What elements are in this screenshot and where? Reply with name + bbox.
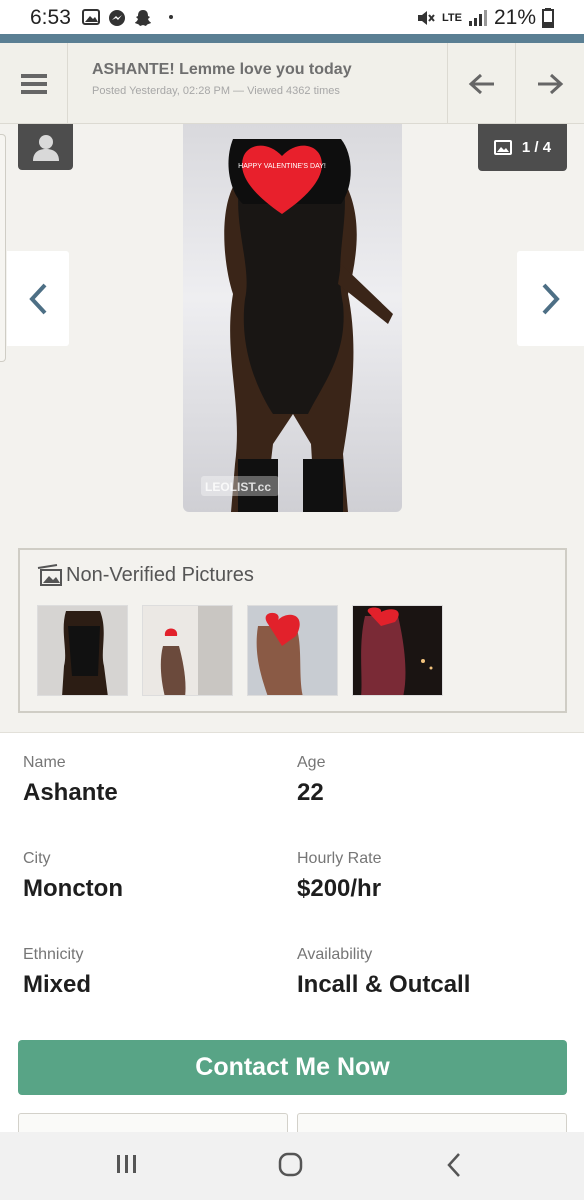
non-verified-title: Non-Verified Pictures (66, 564, 254, 586)
sticker-text: HAPPY VALENTINE'S DAY! (238, 163, 326, 170)
hamburger-icon (20, 73, 47, 94)
profile-avatar-button[interactable] (18, 124, 73, 170)
thumbnail-2[interactable] (142, 605, 233, 696)
rate-label: Hourly Rate (297, 850, 382, 867)
signal-icon (468, 10, 487, 26)
main-photo[interactable]: LEOLIST.cc HAPPY VALENTINE'S DAY! (183, 124, 402, 512)
arrow-left-icon (468, 73, 494, 94)
picture-stack-icon (37, 564, 62, 586)
user-icon (32, 135, 59, 161)
name-label: Name (23, 754, 66, 771)
contact-me-button[interactable]: Contact Me Now (18, 1040, 567, 1095)
snapchat-notification-icon (135, 10, 151, 26)
status-time: 6:53 (30, 6, 71, 29)
photos-icon (493, 140, 512, 155)
battery-percent: 21% (493, 6, 536, 29)
status-right-group: LTE 21% (416, 6, 554, 30)
age-value: 22 (297, 779, 324, 806)
status-bar: 6:53 LTE 21% (0, 0, 584, 34)
city-label: City (23, 850, 51, 867)
ad-title: ASHANTE! Lemme love you today (92, 61, 352, 78)
ad-header: ASHANTE! Lemme love you today Posted Yes… (0, 43, 584, 124)
city-value: Moncton (23, 875, 123, 902)
valentine-heart-sticker: HAPPY VALENTINE'S DAY! (238, 145, 326, 214)
thumbnail-3[interactable] (247, 605, 338, 696)
thumbnail-1[interactable] (37, 605, 128, 696)
thumbnail-4-image (353, 606, 442, 695)
recent-apps-icon[interactable] (115, 1152, 139, 1176)
network-type: LTE (442, 12, 462, 24)
rate-value: $200/hr (297, 875, 382, 902)
non-verified-pictures-panel: Non-Verified Pictures (18, 548, 567, 713)
system-nav-bar (0, 1132, 584, 1200)
mute-icon (418, 11, 435, 25)
gallery-notification-icon (82, 9, 100, 25)
gallery-prev-button[interactable] (7, 251, 69, 346)
arrow-right-icon (538, 73, 564, 94)
availability-label: Availability (297, 946, 373, 963)
ethnicity-label: Ethnicity (23, 946, 84, 963)
back-icon[interactable] (445, 1152, 465, 1178)
ad-meta: Posted Yesterday, 02:28 PM — Viewed 4362… (92, 85, 340, 97)
battery-icon (542, 8, 554, 28)
photo-gallery: LEOLIST.cc HAPPY VALENTINE'S DAY! 1 / 4 (0, 124, 584, 534)
availability-value: Incall & Outcall (297, 971, 471, 998)
photo-watermark: LEOLIST.cc (205, 480, 271, 494)
chevron-right-icon (542, 283, 560, 314)
photo-counter-text: 1 / 4 (521, 139, 552, 156)
next-ad-button[interactable] (515, 43, 584, 124)
gallery-next-button[interactable] (517, 251, 584, 346)
thumbnail-4[interactable] (352, 605, 443, 696)
home-icon[interactable] (278, 1152, 304, 1178)
side-panel-edge[interactable] (0, 134, 6, 362)
thumbnail-2-image (143, 606, 232, 695)
ethnicity-value: Mixed (23, 971, 92, 998)
previous-ad-button[interactable] (447, 43, 515, 124)
thumbnail-1-image (38, 606, 127, 695)
age-label: Age (297, 754, 326, 771)
accent-strip (0, 34, 584, 43)
more-notifications-icon (169, 15, 173, 19)
menu-button[interactable] (0, 43, 68, 124)
chevron-left-icon (29, 283, 47, 314)
name-value: Ashante (23, 779, 118, 806)
messenger-notification-icon (109, 10, 125, 26)
photo-counter[interactable]: 1 / 4 (478, 124, 567, 171)
thumbnail-3-image (248, 606, 337, 695)
